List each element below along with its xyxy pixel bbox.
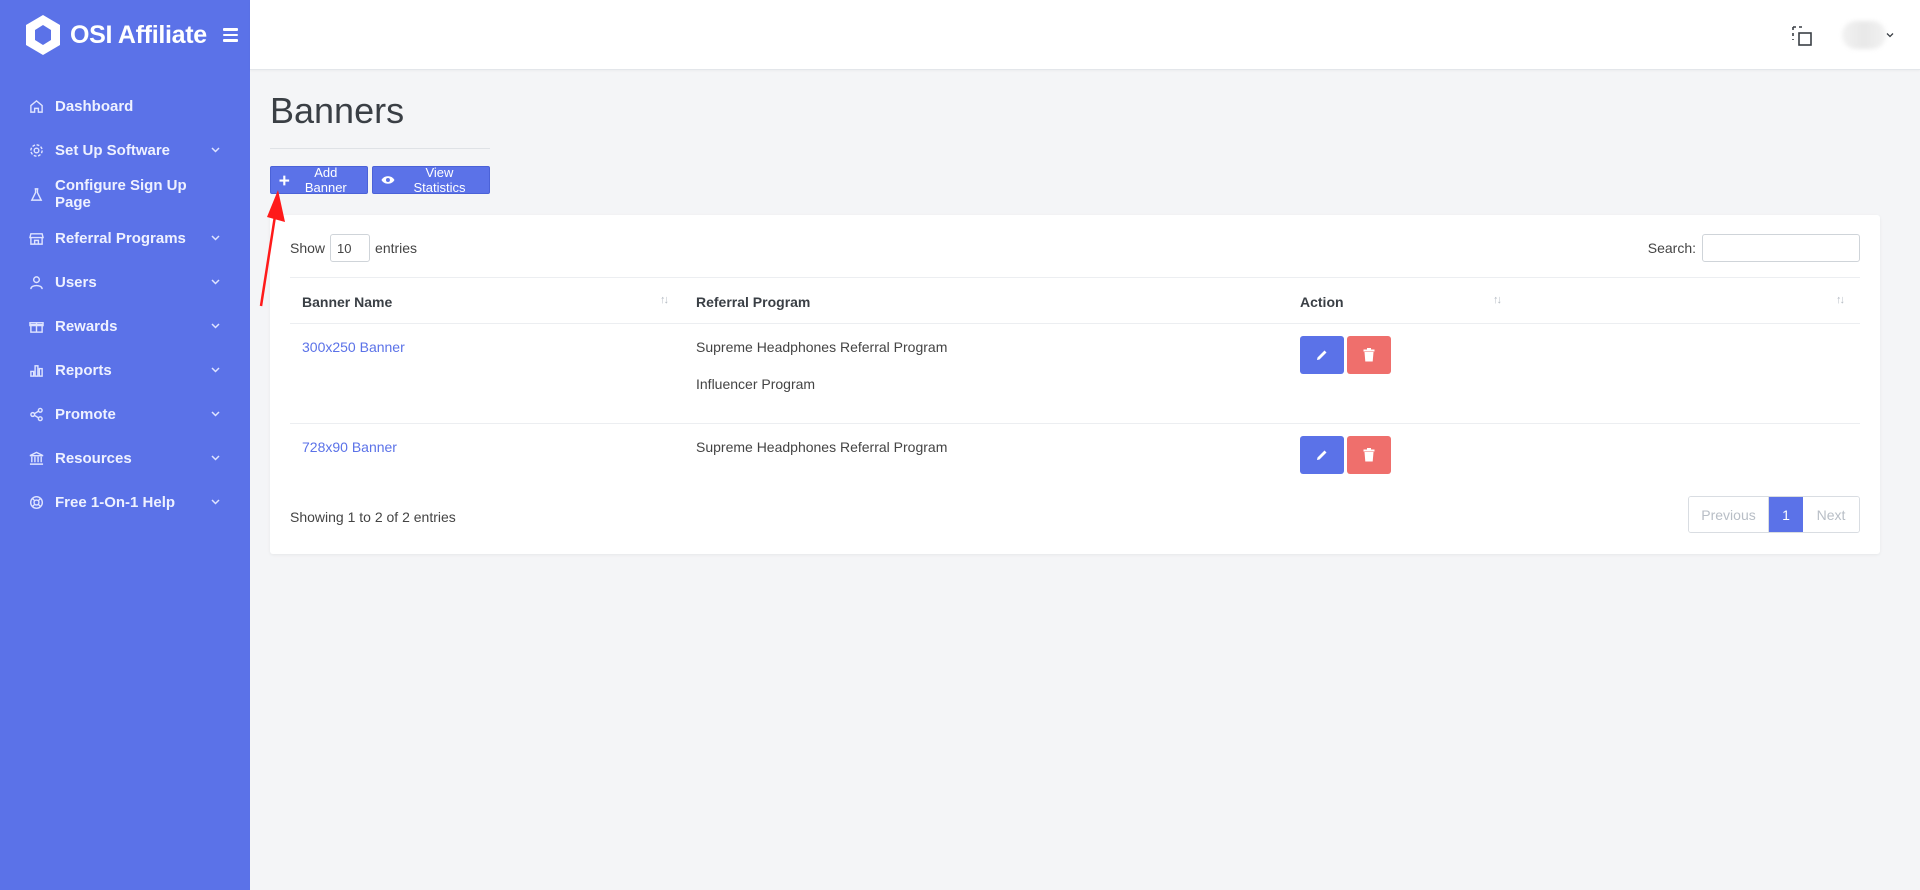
home-icon: [28, 98, 44, 114]
sidebar-item-label: Referral Programs: [55, 229, 186, 247]
fullscreen-icon[interactable]: [1791, 25, 1813, 47]
menu-toggle-icon[interactable]: [222, 28, 238, 42]
chevron-down-icon: [210, 277, 220, 287]
column-header-banner-name[interactable]: Banner Name: [302, 278, 682, 325]
table-info: Showing 1 to 2 of 2 entries: [290, 509, 456, 525]
sidebar-item-label: Rewards: [55, 317, 118, 335]
gift-icon: [28, 318, 44, 334]
sidebar-nav: Dashboard Set Up Software Configure Sign…: [0, 84, 250, 524]
referral-program-text: Supreme Headphones Referral Program: [696, 439, 948, 455]
user-icon: [28, 274, 44, 290]
column-header-label: Referral Program: [696, 293, 811, 310]
view-statistics-button[interactable]: View Statistics: [372, 165, 490, 195]
bar-chart-icon: [28, 362, 44, 378]
sort-icon[interactable]: ↑↓: [660, 294, 669, 306]
sort-icon[interactable]: ↑↓: [1836, 294, 1845, 306]
delete-button[interactable]: [1347, 336, 1391, 374]
app-name: OSI Affiliate: [70, 20, 207, 49]
flask-icon: [28, 186, 44, 202]
previous-page-button[interactable]: Previous: [1689, 497, 1769, 532]
bank-icon: [28, 450, 44, 466]
sidebar-item-referral-programs[interactable]: Referral Programs: [0, 216, 250, 260]
sidebar-item-reports[interactable]: Reports: [0, 348, 250, 392]
search-control: Search:: [1648, 234, 1860, 262]
chevron-down-icon: [210, 321, 220, 331]
page-1-button[interactable]: 1: [1769, 497, 1803, 532]
next-page-button[interactable]: Next: [1803, 497, 1859, 532]
column-header-label: Action: [1300, 293, 1344, 310]
table-header: Banner Name ↑↓ Referral Program ↑↓ Actio…: [290, 277, 1860, 324]
sidebar-item-dashboard[interactable]: Dashboard: [0, 84, 250, 128]
sidebar-item-configure-sign-up-page[interactable]: Configure Sign Up Page: [0, 172, 250, 216]
chevron-down-icon[interactable]: [1886, 31, 1894, 39]
sidebar: OSI Affiliate Dashboard Set Up Software …: [0, 0, 250, 890]
add-banner-label: Add Banner: [304, 165, 347, 195]
sidebar-item-label: Users: [55, 273, 97, 291]
table-row: 728x90 Banner Supreme Headphones Referra…: [290, 424, 1860, 488]
sidebar-item-label: Resources: [55, 449, 132, 467]
sidebar-item-free-help[interactable]: Free 1-On-1 Help: [0, 480, 250, 524]
gear-icon: [28, 142, 44, 158]
entries-value: 10: [337, 240, 352, 256]
chevron-down-icon: [210, 453, 220, 463]
eye-icon: [381, 176, 395, 184]
sidebar-item-users[interactable]: Users: [0, 260, 250, 304]
store-icon: [28, 230, 44, 246]
sidebar-item-promote[interactable]: Promote: [0, 392, 250, 436]
title-divider: [270, 148, 490, 149]
sidebar-item-label: Reports: [55, 361, 112, 379]
plus-icon: [279, 175, 290, 185]
search-input[interactable]: [1702, 234, 1860, 262]
chevron-down-icon: [210, 365, 220, 375]
sidebar-item-label: Set Up Software: [55, 141, 171, 159]
search-label: Search:: [1647, 240, 1696, 256]
page-title: Banners: [270, 90, 405, 131]
sidebar-item-resources[interactable]: Resources: [0, 436, 250, 480]
banner-name-link[interactable]: 728x90 Banner: [302, 439, 397, 455]
sidebar-item-label: Free 1-On-1 Help: [55, 493, 176, 511]
show-label: Show: [290, 240, 326, 256]
pencil-icon: [1317, 450, 1327, 460]
sidebar-item-set-up-software[interactable]: Set Up Software: [0, 128, 250, 172]
sidebar-item-rewards[interactable]: Rewards: [0, 304, 250, 348]
entries-select[interactable]: 10: [330, 234, 371, 262]
edit-button[interactable]: [1300, 436, 1344, 474]
view-statistics-label: View Statistics: [413, 165, 466, 195]
lifebuoy-icon: [28, 494, 44, 510]
banners-table: Banner Name ↑↓ Referral Program ↑↓ Actio…: [290, 277, 1860, 488]
delete-button[interactable]: [1347, 436, 1391, 474]
pencil-icon: [1317, 350, 1327, 360]
osi-logo-icon: [26, 15, 60, 55]
show-entries-control: Show 10 entries: [290, 234, 417, 262]
chevron-down-icon: [210, 409, 220, 419]
chevron-down-icon: [210, 497, 220, 507]
top-header: [250, 0, 1920, 70]
avatar[interactable]: [1842, 21, 1886, 49]
entries-label: entries: [375, 240, 418, 256]
edit-button[interactable]: [1300, 336, 1344, 374]
banners-card: Show 10 entries Search: Banner Name ↑↓ R…: [270, 215, 1880, 554]
referral-program-text: Influencer Program: [696, 376, 816, 392]
referral-program-text: Supreme Headphones Referral Program: [696, 339, 948, 355]
add-banner-button[interactable]: Add Banner: [270, 165, 368, 195]
trash-icon: [1363, 348, 1375, 362]
chevron-down-icon: [210, 233, 220, 243]
trash-icon: [1363, 448, 1375, 462]
brand: OSI Affiliate: [0, 0, 250, 70]
column-header-action[interactable]: Action: [1300, 278, 1600, 325]
pagination: Previous 1 Next: [1688, 496, 1860, 533]
column-header-label: Banner Name: [302, 293, 393, 310]
sidebar-item-label: Configure Sign Up Page: [55, 177, 187, 211]
sidebar-item-label: Promote: [55, 405, 116, 423]
share-icon: [28, 406, 44, 422]
banner-name-link[interactable]: 300x250 Banner: [302, 339, 405, 355]
column-header-referral-program[interactable]: Referral Program: [696, 278, 1296, 325]
sidebar-item-label: Dashboard: [55, 97, 134, 115]
chevron-down-icon: [210, 145, 220, 155]
table-row: 300x250 Banner Supreme Headphones Referr…: [290, 324, 1860, 424]
